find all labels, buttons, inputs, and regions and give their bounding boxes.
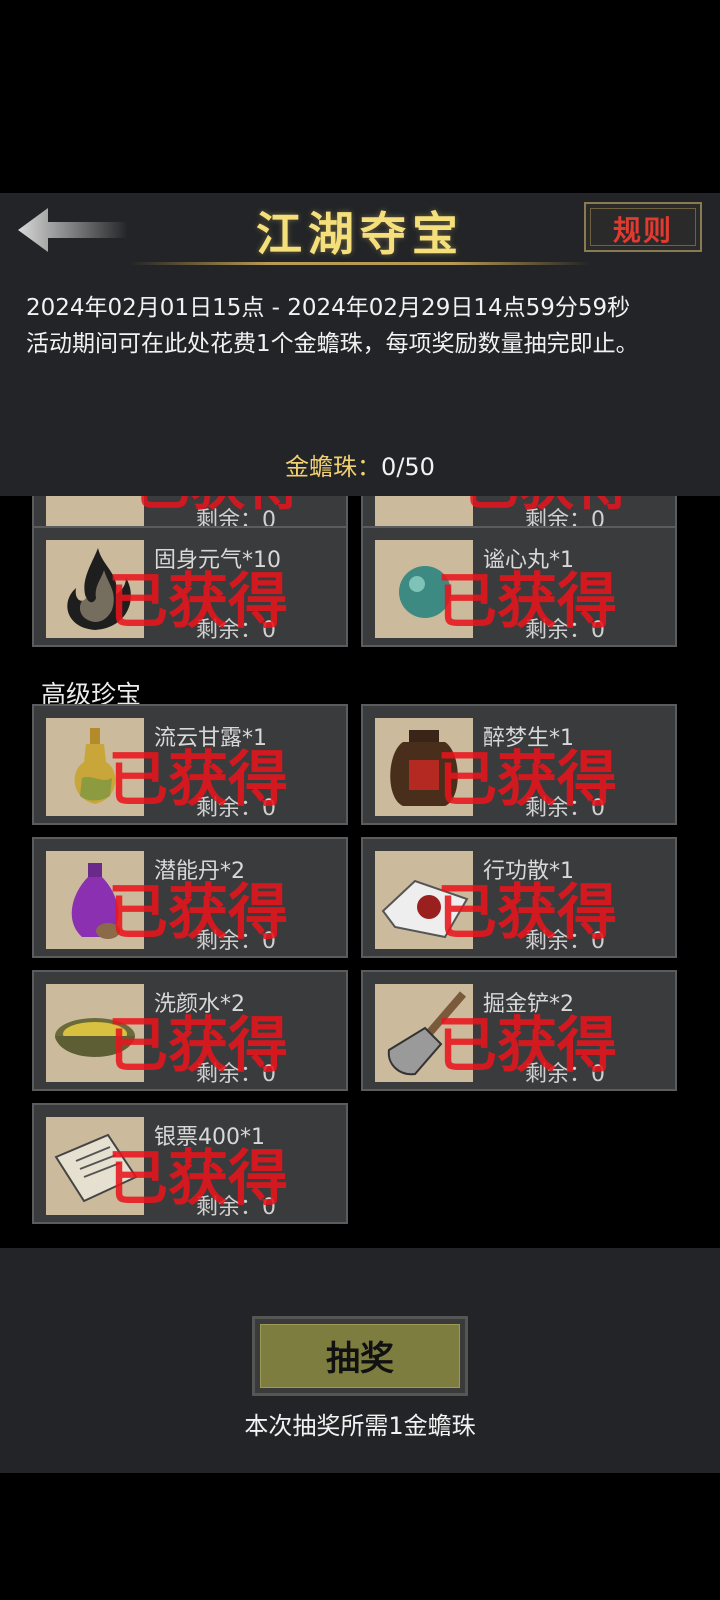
prize-name: 掘金铲*2 [483,992,574,1017]
prize-remain: 剩余：0 [196,929,276,954]
prize-list[interactable]: 剩余：0 已获得 剩余：0 已获得 固身元气*10 剩余：0 已获得 [6,496,714,1248]
prize-remain: 剩余：0 [196,1195,276,1220]
prize-remain: 剩余：0 [196,796,276,821]
prize-thumbnail [375,496,473,528]
prize-thumbnail [46,718,144,816]
rules-button-label: 规则 [612,214,673,247]
prize-remain: 剩余：0 [196,618,276,643]
currency-label: 金蟾珠： [285,453,382,481]
pill-icon [399,566,451,618]
draw-cost-note: 本次抽奖所需1金蟾珠 [244,1412,476,1440]
prize-name: 洗颜水*2 [154,992,245,1017]
currency-value: 0/50 [381,453,435,481]
prize-card: 行功散*1 剩余：0 已获得 [361,837,677,958]
gourd-icon [74,728,116,804]
shovel-icon [387,991,467,1076]
prize-remain: 剩余：0 [196,1062,276,1087]
prize-name: 行功散*1 [483,859,574,884]
event-rules-text: 活动期间可在此处花费1个金蟾珠，每项奖励数量抽完即止。 [26,331,639,357]
prize-remain: 剩余：0 [525,1062,605,1087]
draw-button-label: 抽奖 [326,1339,394,1379]
prize-thumbnail [46,851,144,949]
prize-name: 固身元气*10 [154,548,281,573]
currency-count: 金蟾珠：0/50 [0,447,720,482]
powder-icon [381,879,469,939]
banknote-icon [54,1133,138,1203]
rules-button[interactable]: 规则 [584,202,702,252]
bowl-icon [55,1018,135,1057]
prize-name: 潜能丹*2 [154,859,245,884]
prize-card: 固身元气*10 剩余：0 已获得 [32,526,348,647]
prize-name: 流云甘露*1 [154,726,267,751]
prize-card: 醉梦生*1 剩余：0 已获得 [361,704,677,825]
draw-button[interactable]: 抽奖 [252,1316,468,1396]
prize-remain: 剩余：0 [525,796,605,821]
prize-card: 流云甘露*1 剩余：0 已获得 [32,704,348,825]
event-description: 2024年02月01日15点 - 2024年02月29日14点59分59秒 活动… [26,290,706,362]
wine-jar-icon [390,730,458,806]
prize-remain: 剩余：0 [525,929,605,954]
flame-icon [67,548,131,630]
prize-remain: 剩余：0 [525,618,605,643]
prize-thumbnail [46,1117,144,1215]
prize-thumbnail [46,496,144,528]
event-period: 2024年02月01日15点 - 2024年02月29日14点59分59秒 [26,295,631,321]
prize-name: 谧心丸*1 [483,548,574,573]
prize-card: 银票400*1 剩余：0 已获得 [32,1103,348,1224]
prize-name: 醉梦生*1 [483,726,574,751]
prize-card: 谧心丸*1 剩余：0 已获得 [361,526,677,647]
prize-card: 潜能丹*2 剩余：0 已获得 [32,837,348,958]
prize-card: 洗颜水*2 剩余：0 已获得 [32,970,348,1091]
vase-icon [71,863,120,939]
prize-thumbnail [375,851,473,949]
prize-card: 掘金铲*2 剩余：0 已获得 [361,970,677,1091]
prize-thumbnail [375,718,473,816]
prize-thumbnail [375,540,473,638]
title-divider [130,262,590,265]
prize-thumbnail [46,540,144,638]
prize-thumbnail [46,984,144,1082]
prize-thumbnail [375,984,473,1082]
prize-name: 银票400*1 [154,1125,265,1150]
